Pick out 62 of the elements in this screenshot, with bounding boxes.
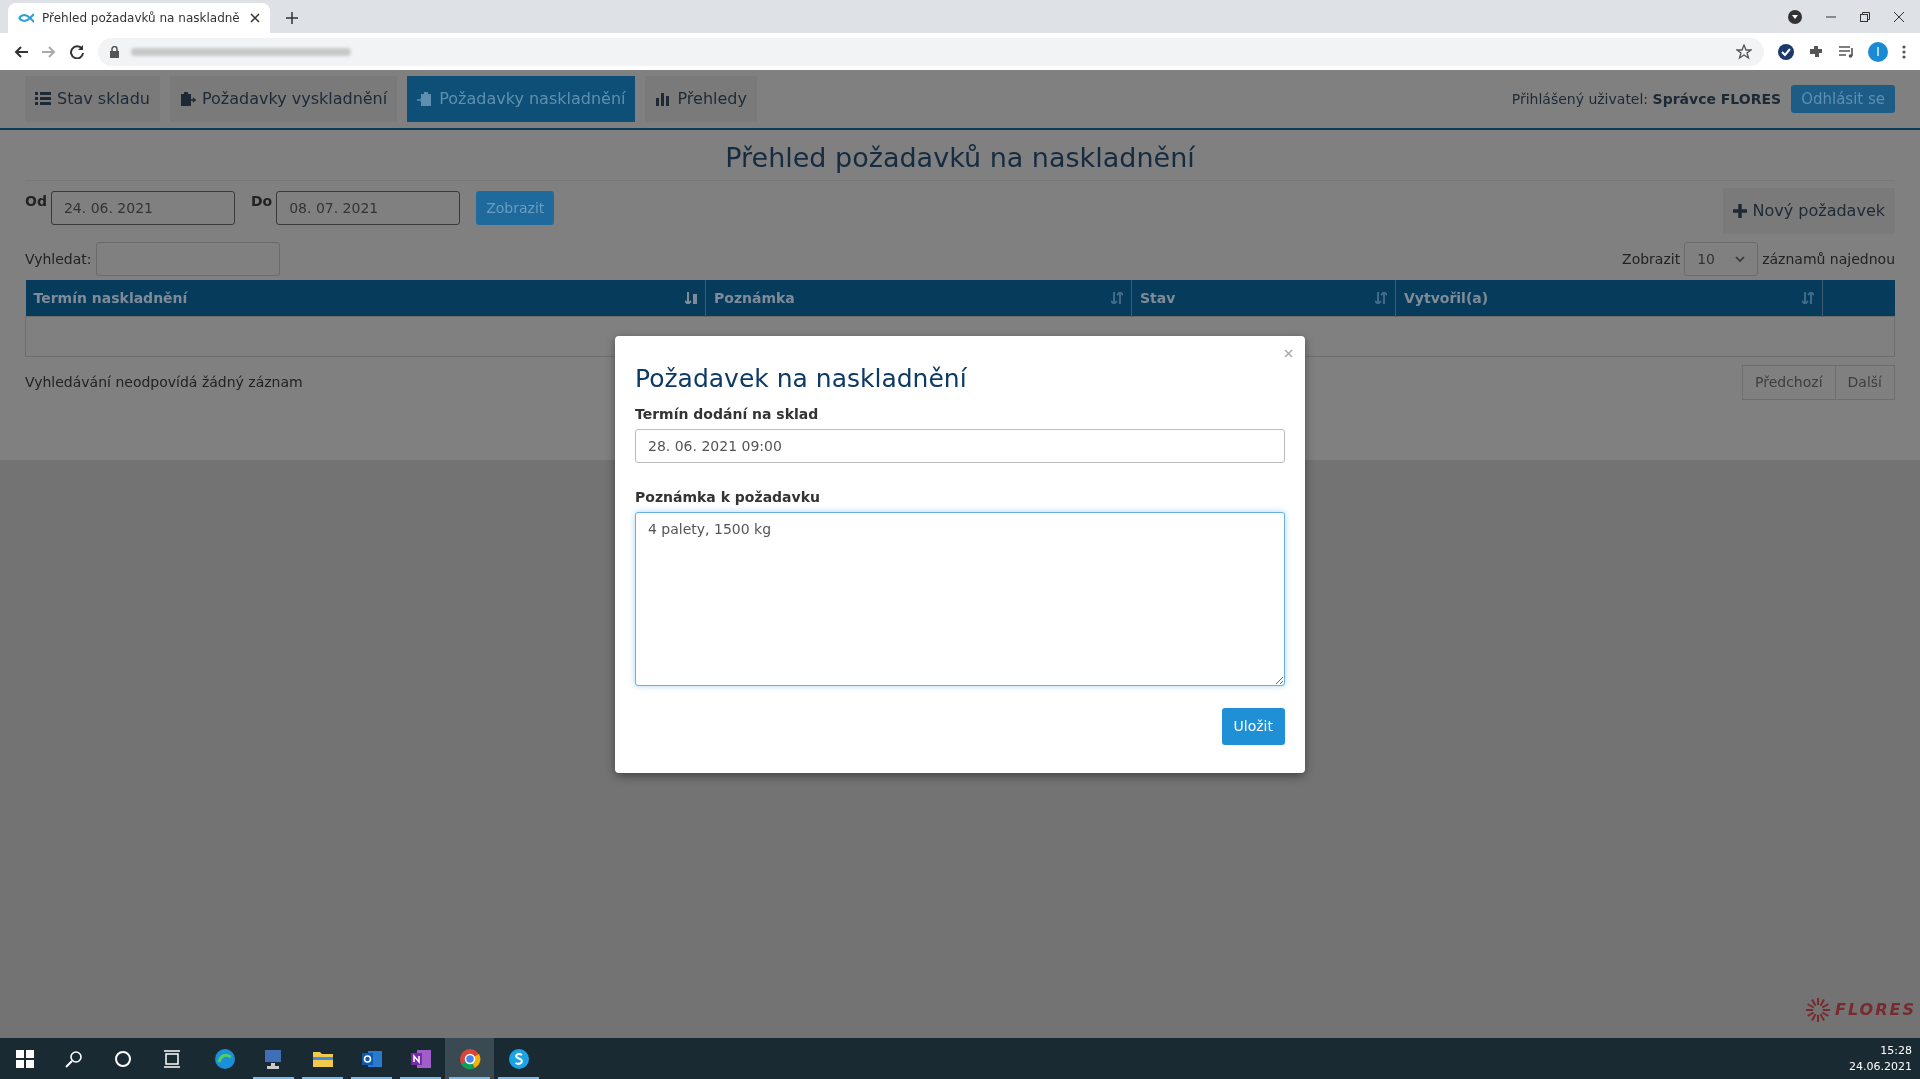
column-header[interactable]: Vytvořil(a) (1395, 280, 1823, 317)
date-field[interactable]: 28. 06. 2021 09:00 (635, 429, 1285, 463)
flores-logo: FLORES (1805, 997, 1916, 1023)
page-length-select[interactable]: 10 (1684, 242, 1759, 277)
date-to-field[interactable]: 08. 07. 2021 (276, 191, 461, 226)
nav-tab[interactable]: Požadavky naskladnění (407, 76, 636, 122)
logout-button[interactable]: Odhlásit se (1791, 85, 1895, 113)
plus-icon (1732, 204, 1747, 219)
bar-chart-icon (655, 91, 672, 107)
save-button[interactable]: Uložit (1221, 708, 1285, 745)
nav-tab[interactable]: Přehledy (645, 76, 757, 122)
browser-icon (458, 1047, 481, 1070)
nav-tab[interactable]: Stav skladu (25, 76, 160, 122)
playlist-icon[interactable] (1838, 43, 1854, 60)
page-length-suffix: záznamů najednou (1762, 249, 1895, 269)
star-icon[interactable] (1736, 43, 1752, 60)
dialog-title: Požadavek na naskladnění (635, 364, 968, 394)
column-header[interactable]: Termín naskladnění (25, 280, 706, 317)
nav-tab[interactable]: Požadavky vyskladnění (169, 76, 398, 122)
column-header[interactable]: Stav (1131, 280, 1396, 317)
new-tab-icon[interactable] (286, 12, 298, 24)
check-icon[interactable] (1778, 43, 1794, 60)
user-info: Přihlášený uživatel: Správce FLORES (1511, 89, 1782, 109)
to-label: Do (250, 192, 273, 212)
circle-icon[interactable] (113, 1049, 132, 1068)
fish-icon (18, 12, 34, 24)
search-label: Vyhledat: (25, 249, 92, 269)
clock-date: 24.06.2021 (1849, 1058, 1912, 1075)
taskbar-app-button[interactable] (445, 1038, 494, 1079)
search-icon[interactable] (64, 1049, 83, 1068)
show-button[interactable]: Zobrazit (476, 191, 555, 226)
profile-avatar[interactable]: I (1868, 41, 1888, 62)
new-request-button[interactable]: Nový požadavek (1722, 188, 1895, 235)
date-from-field[interactable]: 24. 06. 2021 (50, 191, 235, 226)
reload-icon[interactable] (70, 44, 84, 59)
sort-icon[interactable] (685, 292, 697, 305)
from-label: Od (25, 192, 47, 212)
list-icon (35, 91, 51, 107)
close-icon[interactable] (1894, 11, 1904, 22)
lock-icon (110, 45, 119, 58)
back-icon[interactable] (14, 44, 28, 59)
more-icon[interactable] (1902, 44, 1906, 59)
date-label: Termín dodání na sklad (635, 405, 820, 424)
table-info: Vyhledávání neodpovídá žádný záznam (25, 372, 303, 392)
windows-start-icon[interactable] (15, 1049, 34, 1068)
clipboard-icon (179, 91, 196, 107)
restore-icon[interactable] (1860, 11, 1870, 22)
page-title: Přehled požadavků na naskladnění (25, 130, 1895, 182)
clock-time: 15:28 (1879, 1042, 1912, 1059)
task-view-icon[interactable] (162, 1049, 181, 1068)
column-header[interactable]: Poznámka (705, 280, 1132, 317)
browser-icon (213, 1047, 236, 1070)
close-icon[interactable] (250, 13, 260, 23)
page-length-label: Zobrazit (1622, 249, 1681, 269)
dropdown-icon[interactable] (1788, 9, 1802, 24)
sunburst-icon (1805, 997, 1832, 1023)
note-field[interactable]: 4 palety, 1500 kg (635, 512, 1285, 686)
clipboard-icon (417, 91, 434, 107)
chevron-down-icon (1735, 256, 1746, 263)
chat-icon (507, 1047, 530, 1070)
note-label: Poznámka k požadavku (635, 488, 821, 507)
notebook-icon (409, 1047, 432, 1070)
